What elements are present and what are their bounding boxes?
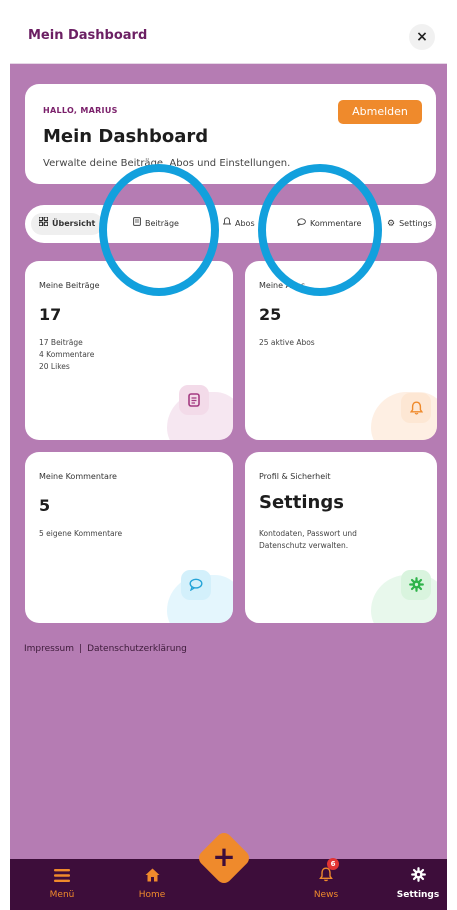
comment-icon: [181, 570, 211, 600]
posts-detail-line: 4 Kommentare: [39, 350, 95, 359]
tab-settings[interactable]: ⚙ Settings: [387, 213, 432, 235]
gear-icon: [401, 570, 431, 600]
bell-icon: [296, 867, 356, 887]
notification-badge: 6: [327, 858, 339, 870]
document-icon: [179, 385, 209, 415]
tab-subscriptions[interactable]: Abos: [222, 213, 255, 235]
highlight-ring: [258, 164, 382, 296]
settings-detail-line: Datenschutz verwalten.: [259, 541, 349, 550]
posts-count: 17: [39, 305, 62, 324]
settings-card[interactable]: Profil & Sicherheit Settings Kontodaten,…: [245, 452, 437, 623]
nav-item-news[interactable]: News: [296, 867, 356, 900]
posts-detail-line: 17 Beiträge: [39, 338, 83, 347]
tab-overview-label: Übersicht: [52, 219, 96, 228]
bell-icon: [401, 393, 431, 423]
gear-icon: ⚙: [387, 219, 396, 229]
grid-icon: [38, 213, 49, 235]
logout-button[interactable]: Abmelden: [338, 100, 422, 124]
comments-card-label: Meine Kommentare: [39, 472, 117, 481]
highlight-ring: [99, 164, 219, 296]
settings-card-title: Settings: [259, 492, 344, 513]
impressum-link[interactable]: Impressum: [24, 644, 74, 654]
settings-card-label: Profil & Sicherheit: [259, 472, 331, 481]
footer-links: Impressum | Datenschutzerklärung: [24, 644, 187, 654]
posts-card-label: Meine Beiträge: [39, 281, 100, 290]
nav-item-settings[interactable]: Settings: [388, 867, 447, 900]
plus-icon[interactable]: +: [204, 838, 244, 878]
comments-detail-line: 5 eigene Kommentare: [39, 529, 123, 538]
dashboard-app: Mein Dashboard × HALLO, MARIUS Mein Dash…: [10, 8, 447, 910]
settings-detail-line: Kontodaten, Passwort und: [259, 529, 357, 538]
posts-card[interactable]: Meine Beiträge 17 17 Beiträge 4 Kommenta…: [25, 261, 233, 440]
top-bar: Mein Dashboard ×: [10, 8, 447, 64]
welcome-card: HALLO, MARIUS Mein Dashboard Verwalte de…: [25, 84, 436, 184]
bell-icon: [222, 213, 232, 235]
dashboard-heading: Mein Dashboard: [43, 126, 209, 147]
footer-separator: |: [79, 644, 83, 654]
nav-home-label: Home: [138, 890, 166, 900]
nav-menu-label: Menü: [49, 890, 75, 900]
close-button[interactable]: ×: [409, 24, 435, 50]
comments-card[interactable]: Meine Kommentare 5 5 eigene Kommentare: [25, 452, 233, 623]
greeting-text: HALLO, MARIUS: [43, 106, 118, 115]
subscriptions-count: 25: [259, 305, 282, 324]
comments-count: 5: [39, 496, 51, 515]
nav-item-menu[interactable]: Menü: [32, 867, 92, 900]
tab-overview[interactable]: Übersicht: [31, 213, 104, 235]
subscriptions-details: 25 aktive Abos: [259, 337, 437, 349]
page-title: Mein Dashboard: [28, 28, 148, 43]
posts-detail-line: 20 Likes: [39, 362, 70, 371]
nav-news-label: News: [313, 890, 339, 900]
comments-details: 5 eigene Kommentare: [39, 528, 229, 540]
menu-icon: [32, 867, 92, 887]
home-icon: [122, 867, 182, 887]
tab-subscriptions-label: Abos: [235, 219, 255, 228]
privacy-link[interactable]: Datenschutzerklärung: [87, 644, 187, 654]
tab-settings-label: Settings: [399, 219, 432, 228]
subscriptions-detail-line: 25 aktive Abos: [259, 338, 315, 347]
nav-item-home[interactable]: Home: [122, 867, 182, 900]
close-icon: ×: [416, 29, 428, 45]
gear-icon: [388, 867, 447, 887]
posts-details: 17 Beiträge 4 Kommentare 20 Likes: [39, 337, 229, 373]
nav-settings-label: Settings: [396, 890, 440, 900]
settings-details: Kontodaten, Passwort und Datenschutz ver…: [259, 528, 437, 552]
